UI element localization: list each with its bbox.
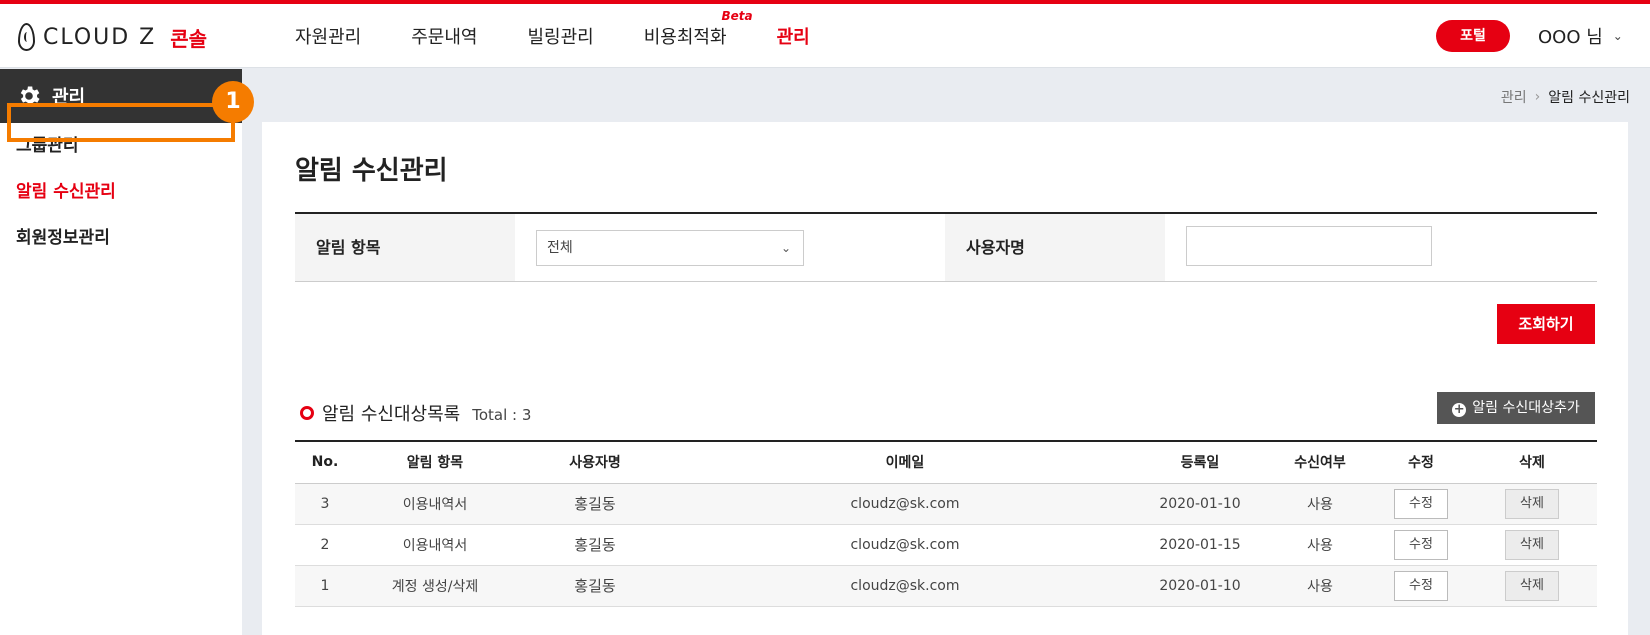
- plus-circle-icon: +: [1452, 402, 1467, 417]
- cell-delete: 삭제: [1467, 524, 1597, 566]
- add-recipient-label: 알림 수신대상추가: [1472, 400, 1580, 416]
- table-header-row: No. 알림 항목 사용자명 이메일 등록일 수신여부 수정 삭제: [295, 441, 1597, 483]
- cell-user: 홍길동: [515, 524, 675, 566]
- chevron-right-icon: ›: [1534, 89, 1541, 105]
- chevron-down-icon: ⌄: [1612, 29, 1623, 43]
- cell-user: 홍길동: [515, 565, 675, 607]
- cell-date: 2020-01-15: [1135, 524, 1265, 566]
- chevron-down-icon: ⌄: [780, 241, 791, 255]
- list-total: Total : 3: [472, 406, 532, 424]
- ring-bullet-icon: [300, 406, 314, 420]
- edit-button[interactable]: 수정: [1394, 570, 1448, 601]
- sidebar: 관리 그룹관리 알림 수신관리 회원정보관리: [0, 69, 242, 635]
- table-row: 1 계정 생성/삭제 홍길동 cloudz@sk.com 2020-01-10 …: [295, 565, 1597, 607]
- recipient-table: No. 알림 항목 사용자명 이메일 등록일 수신여부 수정 삭제 3 이용내역…: [295, 440, 1597, 607]
- col-edit: 수정: [1408, 455, 1434, 472]
- logo-mark-icon: [18, 23, 35, 51]
- cell-edit: 수정: [1375, 524, 1467, 566]
- beta-badge: Beta: [721, 9, 753, 23]
- edit-button[interactable]: 수정: [1394, 488, 1448, 519]
- cell-date: 2020-01-10: [1135, 483, 1265, 525]
- content-panel: 알림 수신관리 알림 항목 전체 ⌄ 사용자명 조회하기 알림 수신대상목록 T…: [262, 122, 1628, 635]
- category-label: 알림 항목: [295, 214, 515, 281]
- main-nav: 자원관리 주문내역 빌링관리 비용최적화 Beta 관리: [295, 4, 860, 68]
- delete-button[interactable]: 삭제: [1505, 570, 1559, 601]
- user-menu[interactable]: OOO 님 ⌄: [1538, 4, 1623, 68]
- nav-management[interactable]: 관리: [777, 23, 810, 49]
- col-delete: 삭제: [1519, 455, 1545, 472]
- logo-text: CLOUD Z: [43, 24, 157, 50]
- table-row: 3 이용내역서 홍길동 cloudz@sk.com 2020-01-10 사용 …: [295, 483, 1597, 525]
- col-status: 수신여부: [1294, 455, 1346, 472]
- sidebar-item-group[interactable]: 그룹관리: [0, 123, 242, 169]
- cell-no: 3: [295, 483, 355, 525]
- cell-email: cloudz@sk.com: [675, 483, 1135, 525]
- sidebar-item-notification[interactable]: 알림 수신관리: [0, 169, 242, 215]
- nav-resource[interactable]: 자원관리: [295, 23, 361, 49]
- cell-email: cloudz@sk.com: [675, 565, 1135, 607]
- step-badge: 1: [212, 81, 254, 123]
- cell-category: 이용내역서: [355, 524, 515, 566]
- col-date: 등록일: [1180, 455, 1220, 472]
- delete-button[interactable]: 삭제: [1505, 488, 1559, 519]
- nav-cost-optimization[interactable]: 비용최적화 Beta: [643, 9, 753, 49]
- cell-status: 사용: [1265, 524, 1375, 566]
- cell-category: 이용내역서: [355, 483, 515, 525]
- list-title: 알림 수신대상목록: [322, 404, 461, 425]
- user-label: 사용자명: [945, 214, 1165, 281]
- sidebar-title: 관리: [52, 87, 86, 108]
- nav-orders[interactable]: 주문내역: [411, 23, 477, 49]
- col-email: 이메일: [885, 455, 925, 472]
- breadcrumb-parent[interactable]: 관리: [1501, 87, 1527, 107]
- sidebar-header: 관리: [0, 69, 242, 123]
- user-name-input[interactable]: [1186, 226, 1432, 266]
- cell-email: cloudz@sk.com: [675, 524, 1135, 566]
- category-select[interactable]: 전체 ⌄: [536, 230, 804, 266]
- delete-button[interactable]: 삭제: [1505, 529, 1559, 560]
- header: CLOUD Z 콘솔 자원관리 주문내역 빌링관리 비용최적화 Beta 관리 …: [0, 4, 1650, 68]
- user-name: OOO 님: [1538, 27, 1603, 48]
- table-row: 2 이용내역서 홍길동 cloudz@sk.com 2020-01-15 사용 …: [295, 524, 1597, 566]
- search-form: 알림 항목 전체 ⌄ 사용자명: [295, 212, 1597, 282]
- logo[interactable]: CLOUD Z 콘솔: [18, 22, 207, 52]
- cell-status: 사용: [1265, 483, 1375, 525]
- edit-button[interactable]: 수정: [1394, 529, 1448, 560]
- col-category: 알림 항목: [406, 455, 464, 472]
- page-title: 알림 수신관리: [295, 156, 448, 186]
- gear-icon: [20, 86, 40, 106]
- cell-status: 사용: [1265, 565, 1375, 607]
- cell-edit: 수정: [1375, 565, 1467, 607]
- nav-billing[interactable]: 빌링관리: [528, 23, 594, 49]
- user-cell: [1165, 214, 1597, 281]
- cell-no: 2: [295, 524, 355, 566]
- cell-edit: 수정: [1375, 483, 1467, 525]
- list-header: 알림 수신대상목록 Total : 3: [300, 400, 531, 426]
- category-cell: 전체 ⌄: [515, 214, 945, 281]
- col-user: 사용자명: [569, 455, 621, 472]
- cell-no: 1: [295, 565, 355, 607]
- portal-button[interactable]: 포털: [1436, 20, 1510, 52]
- sidebar-item-member-info[interactable]: 회원정보관리: [0, 215, 242, 261]
- search-button[interactable]: 조회하기: [1497, 304, 1595, 344]
- category-select-value: 전체: [547, 240, 573, 256]
- logo-sub: 콘솔: [170, 26, 208, 51]
- cell-category: 계정 생성/삭제: [355, 565, 515, 607]
- cell-delete: 삭제: [1467, 483, 1597, 525]
- cell-date: 2020-01-10: [1135, 565, 1265, 607]
- add-recipient-button[interactable]: + 알림 수신대상추가: [1437, 392, 1595, 424]
- col-no: No.: [311, 454, 339, 471]
- cell-delete: 삭제: [1467, 565, 1597, 607]
- nav-cost-optimization-label: 비용최적화: [643, 27, 727, 48]
- cell-user: 홍길동: [515, 483, 675, 525]
- breadcrumb: 관리 › 알림 수신관리: [1501, 87, 1630, 107]
- breadcrumb-current: 알림 수신관리: [1548, 90, 1630, 106]
